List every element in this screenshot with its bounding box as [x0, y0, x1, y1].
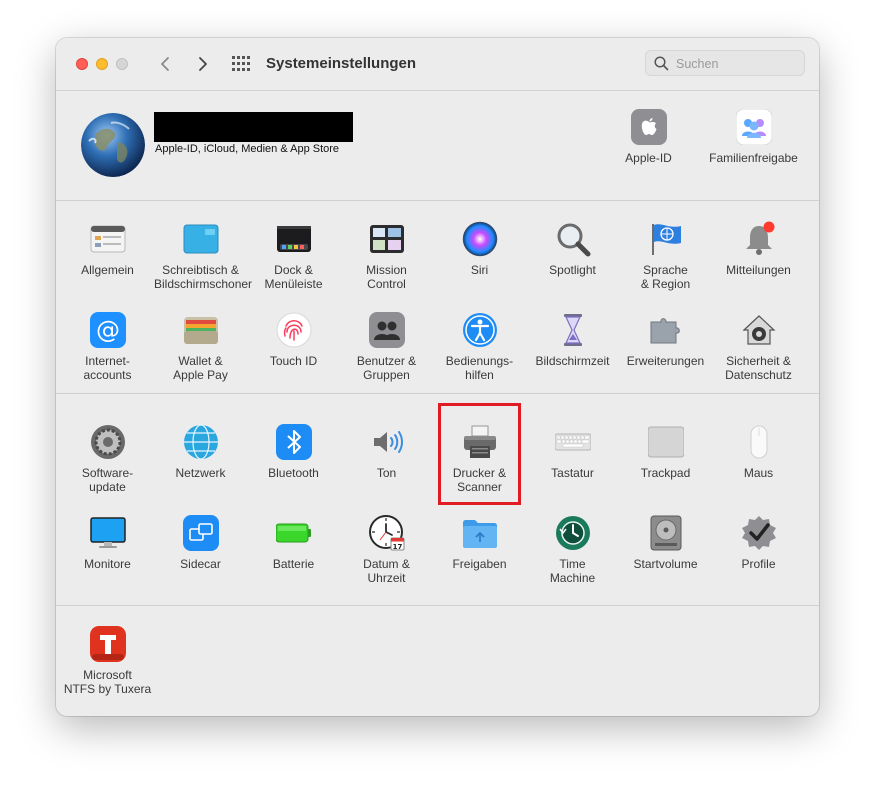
pref-apple-id[interactable]: Apple-ID [602, 109, 695, 165]
sidecar-icon [182, 515, 219, 551]
pref-extensions[interactable]: Erweiterungen [619, 312, 712, 368]
pref-desktop-screensaver[interactable]: Schreibtisch & Bildschirmschoner [154, 221, 252, 291]
close-button[interactable] [76, 58, 88, 70]
folder-icon [462, 515, 498, 551]
spotlight-icon [555, 221, 591, 257]
account-section: Apple-ID, iCloud, Medien & App Store App… [56, 91, 819, 201]
desktop-icon [183, 221, 219, 257]
users-icon [368, 312, 405, 348]
pref-software-update[interactable]: Software- update [61, 424, 154, 494]
pref-general[interactable]: Allgemein [61, 221, 154, 277]
window-title: Systemeinstellungen [266, 55, 417, 72]
pref-time-machine[interactable]: Time Machine [526, 515, 619, 585]
account-subtitle: Apple-ID, iCloud, Medien & App Store [155, 143, 340, 155]
house-lock-icon [741, 312, 777, 348]
speaker-icon [369, 424, 405, 460]
pref-wallet-applepay[interactable]: Wallet & Apple Pay [154, 312, 247, 382]
globe-icon [183, 424, 219, 460]
hourglass-icon [555, 312, 591, 348]
time-machine-icon [555, 515, 591, 551]
fingerprint-icon [276, 312, 312, 348]
gear-icon [90, 424, 126, 460]
system-preferences-window: Systemeinstellungen Suchen Apple-ID, iCl… [56, 38, 819, 716]
pref-startup-disk[interactable]: Startvolume [619, 515, 712, 571]
pref-sound[interactable]: Ton [340, 424, 433, 480]
search-placeholder: Suchen [676, 57, 719, 71]
highlight-box [438, 403, 521, 505]
siri-icon [462, 221, 498, 257]
forward-chevron-icon[interactable] [192, 54, 212, 74]
language-flag-icon [648, 221, 684, 257]
pref-bluetooth[interactable]: Bluetooth [247, 424, 340, 480]
pref-mission-control[interactable]: Mission Control [340, 221, 433, 291]
pref-language-region[interactable]: Sprache & Region [619, 221, 712, 291]
back-chevron-icon[interactable] [156, 54, 176, 74]
mission-control-icon [369, 221, 405, 257]
family-icon [735, 108, 772, 146]
redacted-user-name [154, 112, 353, 142]
pref-mouse[interactable]: Maus [712, 424, 805, 480]
personal-prefs-section: Allgemein Schreibtisch & Bildschirmschon… [56, 201, 819, 394]
third-party-prefs-section: Microsoft NTFS by Tuxera [56, 606, 819, 716]
show-all-grid-icon[interactable] [232, 56, 250, 72]
keyboard-icon [554, 424, 591, 460]
pref-internet-accounts[interactable]: @ Internet- accounts [61, 312, 154, 382]
pref-users-groups[interactable]: Benutzer & Gruppen [340, 312, 433, 382]
pref-accessibility[interactable]: Bedienungs- hilfen [433, 312, 526, 382]
pref-date-time[interactable]: 17 Datum & Uhrzeit [340, 515, 433, 585]
bell-icon [741, 221, 777, 257]
disk-icon [648, 515, 684, 551]
pref-touch-id[interactable]: Touch ID [247, 312, 340, 368]
dock-icon [276, 221, 312, 257]
pref-siri[interactable]: Siri [433, 221, 526, 277]
avatar[interactable] [81, 113, 145, 177]
pref-profiles[interactable]: Profile [712, 515, 805, 571]
pref-spotlight[interactable]: Spotlight [526, 221, 619, 277]
trackpad-icon [647, 424, 684, 460]
pref-keyboard[interactable]: Tastatur [526, 424, 619, 480]
svg-text:@: @ [96, 316, 120, 344]
pref-security-privacy[interactable]: Sicherheit & Datenschutz [712, 312, 805, 382]
general-icon [90, 221, 126, 257]
clock-icon: 17 [368, 515, 405, 551]
monitor-icon [89, 515, 126, 551]
pref-ntfs-tuxera[interactable]: Microsoft NTFS by Tuxera [61, 626, 154, 696]
minimize-button[interactable] [96, 58, 108, 70]
pref-dock-menubar[interactable]: Dock & Menüleiste [247, 221, 340, 291]
pref-family-sharing[interactable]: Familienfreigabe [707, 108, 800, 165]
pref-battery[interactable]: Batterie [247, 515, 340, 571]
pref-sidecar[interactable]: Sidecar [154, 515, 247, 571]
bluetooth-icon [275, 424, 312, 460]
toolbar: Systemeinstellungen Suchen [56, 38, 819, 91]
search-icon [654, 56, 669, 71]
puzzle-icon [648, 312, 684, 348]
earth-avatar-icon [81, 113, 145, 177]
at-icon: @ [89, 312, 126, 348]
pref-displays[interactable]: Monitore [61, 515, 154, 571]
wallet-icon [183, 312, 219, 348]
pref-sharing[interactable]: Freigaben [433, 515, 526, 571]
pref-notifications[interactable]: Mitteilungen [712, 221, 805, 277]
accessibility-icon [462, 312, 498, 348]
pref-screen-time[interactable]: Bildschirmzeit [526, 312, 619, 368]
svg-text:17: 17 [392, 543, 402, 551]
badge-check-icon [741, 515, 777, 551]
apple-icon [630, 109, 667, 145]
mouse-icon [741, 424, 777, 460]
tuxera-icon [89, 626, 126, 662]
zoom-button[interactable] [116, 58, 128, 70]
pref-network[interactable]: Netzwerk [154, 424, 247, 480]
search-field[interactable]: Suchen [645, 50, 805, 76]
pref-trackpad[interactable]: Trackpad [619, 424, 712, 480]
battery-icon [275, 515, 312, 551]
